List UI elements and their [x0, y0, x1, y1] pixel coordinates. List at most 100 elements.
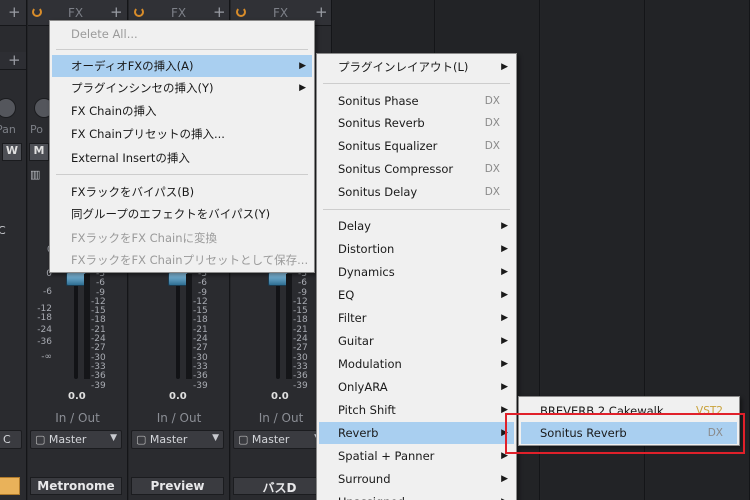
menu-item-delay[interactable]: Delay ▶: [319, 215, 514, 237]
menu-item-insert-audio-fx[interactable]: オーディオFXの挿入(A) ▶: [52, 55, 312, 77]
output-select[interactable]: ▢ Master▼: [131, 430, 224, 449]
scale-mark: -6: [43, 287, 52, 297]
level-meter: [186, 274, 192, 379]
menu-item-label: プラグインレイアウト(L): [338, 60, 469, 74]
volume-value[interactable]: 0.0: [68, 391, 86, 402]
menu-item-label: Modulation: [338, 357, 402, 371]
output-select-value: Master: [251, 433, 290, 446]
menu-item-sonitus-reverb[interactable]: Sonitus Reverb DX: [319, 112, 514, 134]
strip-label: C: [0, 224, 6, 237]
menu-item-delete-all[interactable]: Delete All...: [52, 23, 312, 45]
highlight-callout-box: [505, 413, 745, 454]
menu-item-label: プラグインシンセの挿入(Y): [71, 81, 214, 95]
volume-fader-track[interactable]: [176, 274, 180, 379]
pan-knob[interactable]: [0, 98, 16, 118]
add-fx-icon[interactable]: +: [213, 3, 226, 21]
in-out-label[interactable]: In / Out: [28, 411, 127, 427]
menu-item-label: OnlyARA: [338, 380, 388, 394]
volume-fader-track[interactable]: [276, 274, 280, 379]
track-name-bar[interactable]: [0, 477, 20, 495]
menu-item-label: FXラックをバイパス(B): [71, 185, 195, 199]
input-echo-icon[interactable]: ▥: [30, 168, 40, 181]
track-name[interactable]: Metronome: [30, 477, 122, 495]
menu-item-reverb[interactable]: Reverb ▶: [319, 422, 514, 444]
volume-fader-knob[interactable]: [268, 272, 288, 286]
menu-item-plugin-layout[interactable]: プラグインレイアウト(L) ▶: [319, 56, 514, 78]
menu-item-label: Delete All...: [71, 27, 138, 41]
menu-item-pitch-shift[interactable]: Pitch Shift ▶: [319, 399, 514, 421]
menu-item-save-as-fx-chain-preset[interactable]: FXラックをFX Chainプリセットとして保存...: [52, 249, 312, 271]
menu-separator: [56, 49, 308, 50]
chevron-right-icon: ▶: [299, 83, 306, 93]
menu-item-modulation[interactable]: Modulation ▶: [319, 353, 514, 375]
volume-fader-knob[interactable]: [66, 272, 86, 286]
chevron-right-icon: ▶: [501, 359, 508, 369]
output-select[interactable]: ▢ Master▼: [30, 430, 122, 449]
menu-item-onlyara[interactable]: OnlyARA ▶: [319, 376, 514, 398]
output-icon: ▢: [136, 433, 150, 446]
chevron-right-icon: ▶: [501, 221, 508, 231]
menu-item-label: Unassigned: [338, 491, 405, 500]
volume-value[interactable]: 0.0: [271, 391, 289, 402]
track-name[interactable]: Preview: [131, 477, 224, 495]
menu-item-dynamics[interactable]: Dynamics ▶: [319, 261, 514, 283]
menu-item-convert-to-fx-chain[interactable]: FXラックをFX Chainに変換: [52, 227, 312, 249]
add-icon[interactable]: +: [8, 51, 21, 69]
menu-item-label: Spatial + Panner: [338, 449, 435, 463]
meter-mark: -39: [193, 380, 208, 391]
menu-item-insert-synth[interactable]: プラグインシンセの挿入(Y) ▶: [52, 77, 312, 99]
scale-mark: -36: [37, 337, 52, 347]
chevron-right-icon: ▶: [501, 267, 508, 277]
menu-item-insert-external[interactable]: External Insertの挿入: [52, 147, 312, 169]
menu-item-label: 同グループのエフェクトをバイパス(Y): [71, 207, 271, 221]
chevron-right-icon: ▶: [501, 382, 508, 392]
in-out-label[interactable]: In / Out: [129, 411, 229, 427]
menu-item-insert-fx-chain-preset[interactable]: FX Chainプリセットの挿入...: [52, 123, 312, 145]
output-select-value: Master: [48, 433, 87, 446]
menu-item-sonitus-compressor[interactable]: Sonitus Compressor DX: [319, 158, 514, 180]
plugin-format-label: DX: [484, 95, 500, 107]
add-fx-icon[interactable]: +: [8, 3, 21, 21]
meter-mark: -39: [293, 380, 308, 391]
menu-item-label: Pitch Shift: [338, 403, 396, 417]
menu-item-distortion[interactable]: Distortion ▶: [319, 238, 514, 260]
add-fx-icon[interactable]: +: [110, 3, 123, 21]
power-icon[interactable]: [32, 7, 42, 17]
write-button[interactable]: W: [2, 143, 22, 161]
power-icon[interactable]: [236, 7, 246, 17]
menu-item-sonitus-equalizer[interactable]: Sonitus Equalizer DX: [319, 135, 514, 157]
power-icon[interactable]: [134, 7, 144, 17]
pos-label: Po: [30, 123, 43, 136]
menu-item-label: FXラックをFX Chainに変換: [71, 231, 217, 245]
menu-item-label: Sonitus Delay: [338, 185, 418, 199]
menu-item-surround[interactable]: Surround ▶: [319, 468, 514, 490]
menu-item-bypass-fx-rack[interactable]: FXラックをバイパス(B): [52, 181, 312, 203]
menu-item-filter[interactable]: Filter ▶: [319, 307, 514, 329]
output-select[interactable]: ▢ Master▼: [233, 430, 326, 449]
scale-mark: -∞: [41, 352, 52, 362]
menu-item-spatial-panner[interactable]: Spatial + Panner ▶: [319, 445, 514, 467]
track-name[interactable]: バスD: [233, 477, 326, 495]
menu-item-sonitus-phase[interactable]: Sonitus Phase DX: [319, 90, 514, 112]
pan-label: Pan: [0, 123, 16, 136]
menu-item-bypass-group-fx[interactable]: 同グループのエフェクトをバイパス(Y): [52, 203, 312, 225]
menu-item-label: EQ: [338, 288, 355, 302]
chevron-right-icon: ▶: [501, 290, 508, 300]
menu-item-sonitus-delay[interactable]: Sonitus Delay DX: [319, 181, 514, 203]
channel-strip-partial: + + Pan W C C: [0, 0, 27, 500]
output-select[interactable]: C: [0, 430, 22, 449]
add-fx-icon[interactable]: +: [315, 3, 328, 21]
volume-fader-track[interactable]: [74, 274, 78, 379]
chevron-right-icon: ▶: [501, 336, 508, 346]
menu-item-insert-fx-chain[interactable]: FX Chainの挿入: [52, 100, 312, 122]
menu-item-eq[interactable]: EQ ▶: [319, 284, 514, 306]
menu-item-label: Reverb: [338, 426, 379, 440]
menu-item-label: Dynamics: [338, 265, 395, 279]
volume-value[interactable]: 0.0: [169, 391, 187, 402]
menu-item-guitar[interactable]: Guitar ▶: [319, 330, 514, 352]
menu-item-label: Sonitus Equalizer: [338, 139, 438, 153]
audio-fx-submenu: プラグインレイアウト(L) ▶ Sonitus Phase DX Sonitus R…: [316, 53, 517, 500]
menu-item-unassigned[interactable]: Unassigned ▶: [319, 491, 514, 500]
mute-button[interactable]: M: [29, 143, 49, 161]
volume-fader-knob[interactable]: [168, 272, 188, 286]
